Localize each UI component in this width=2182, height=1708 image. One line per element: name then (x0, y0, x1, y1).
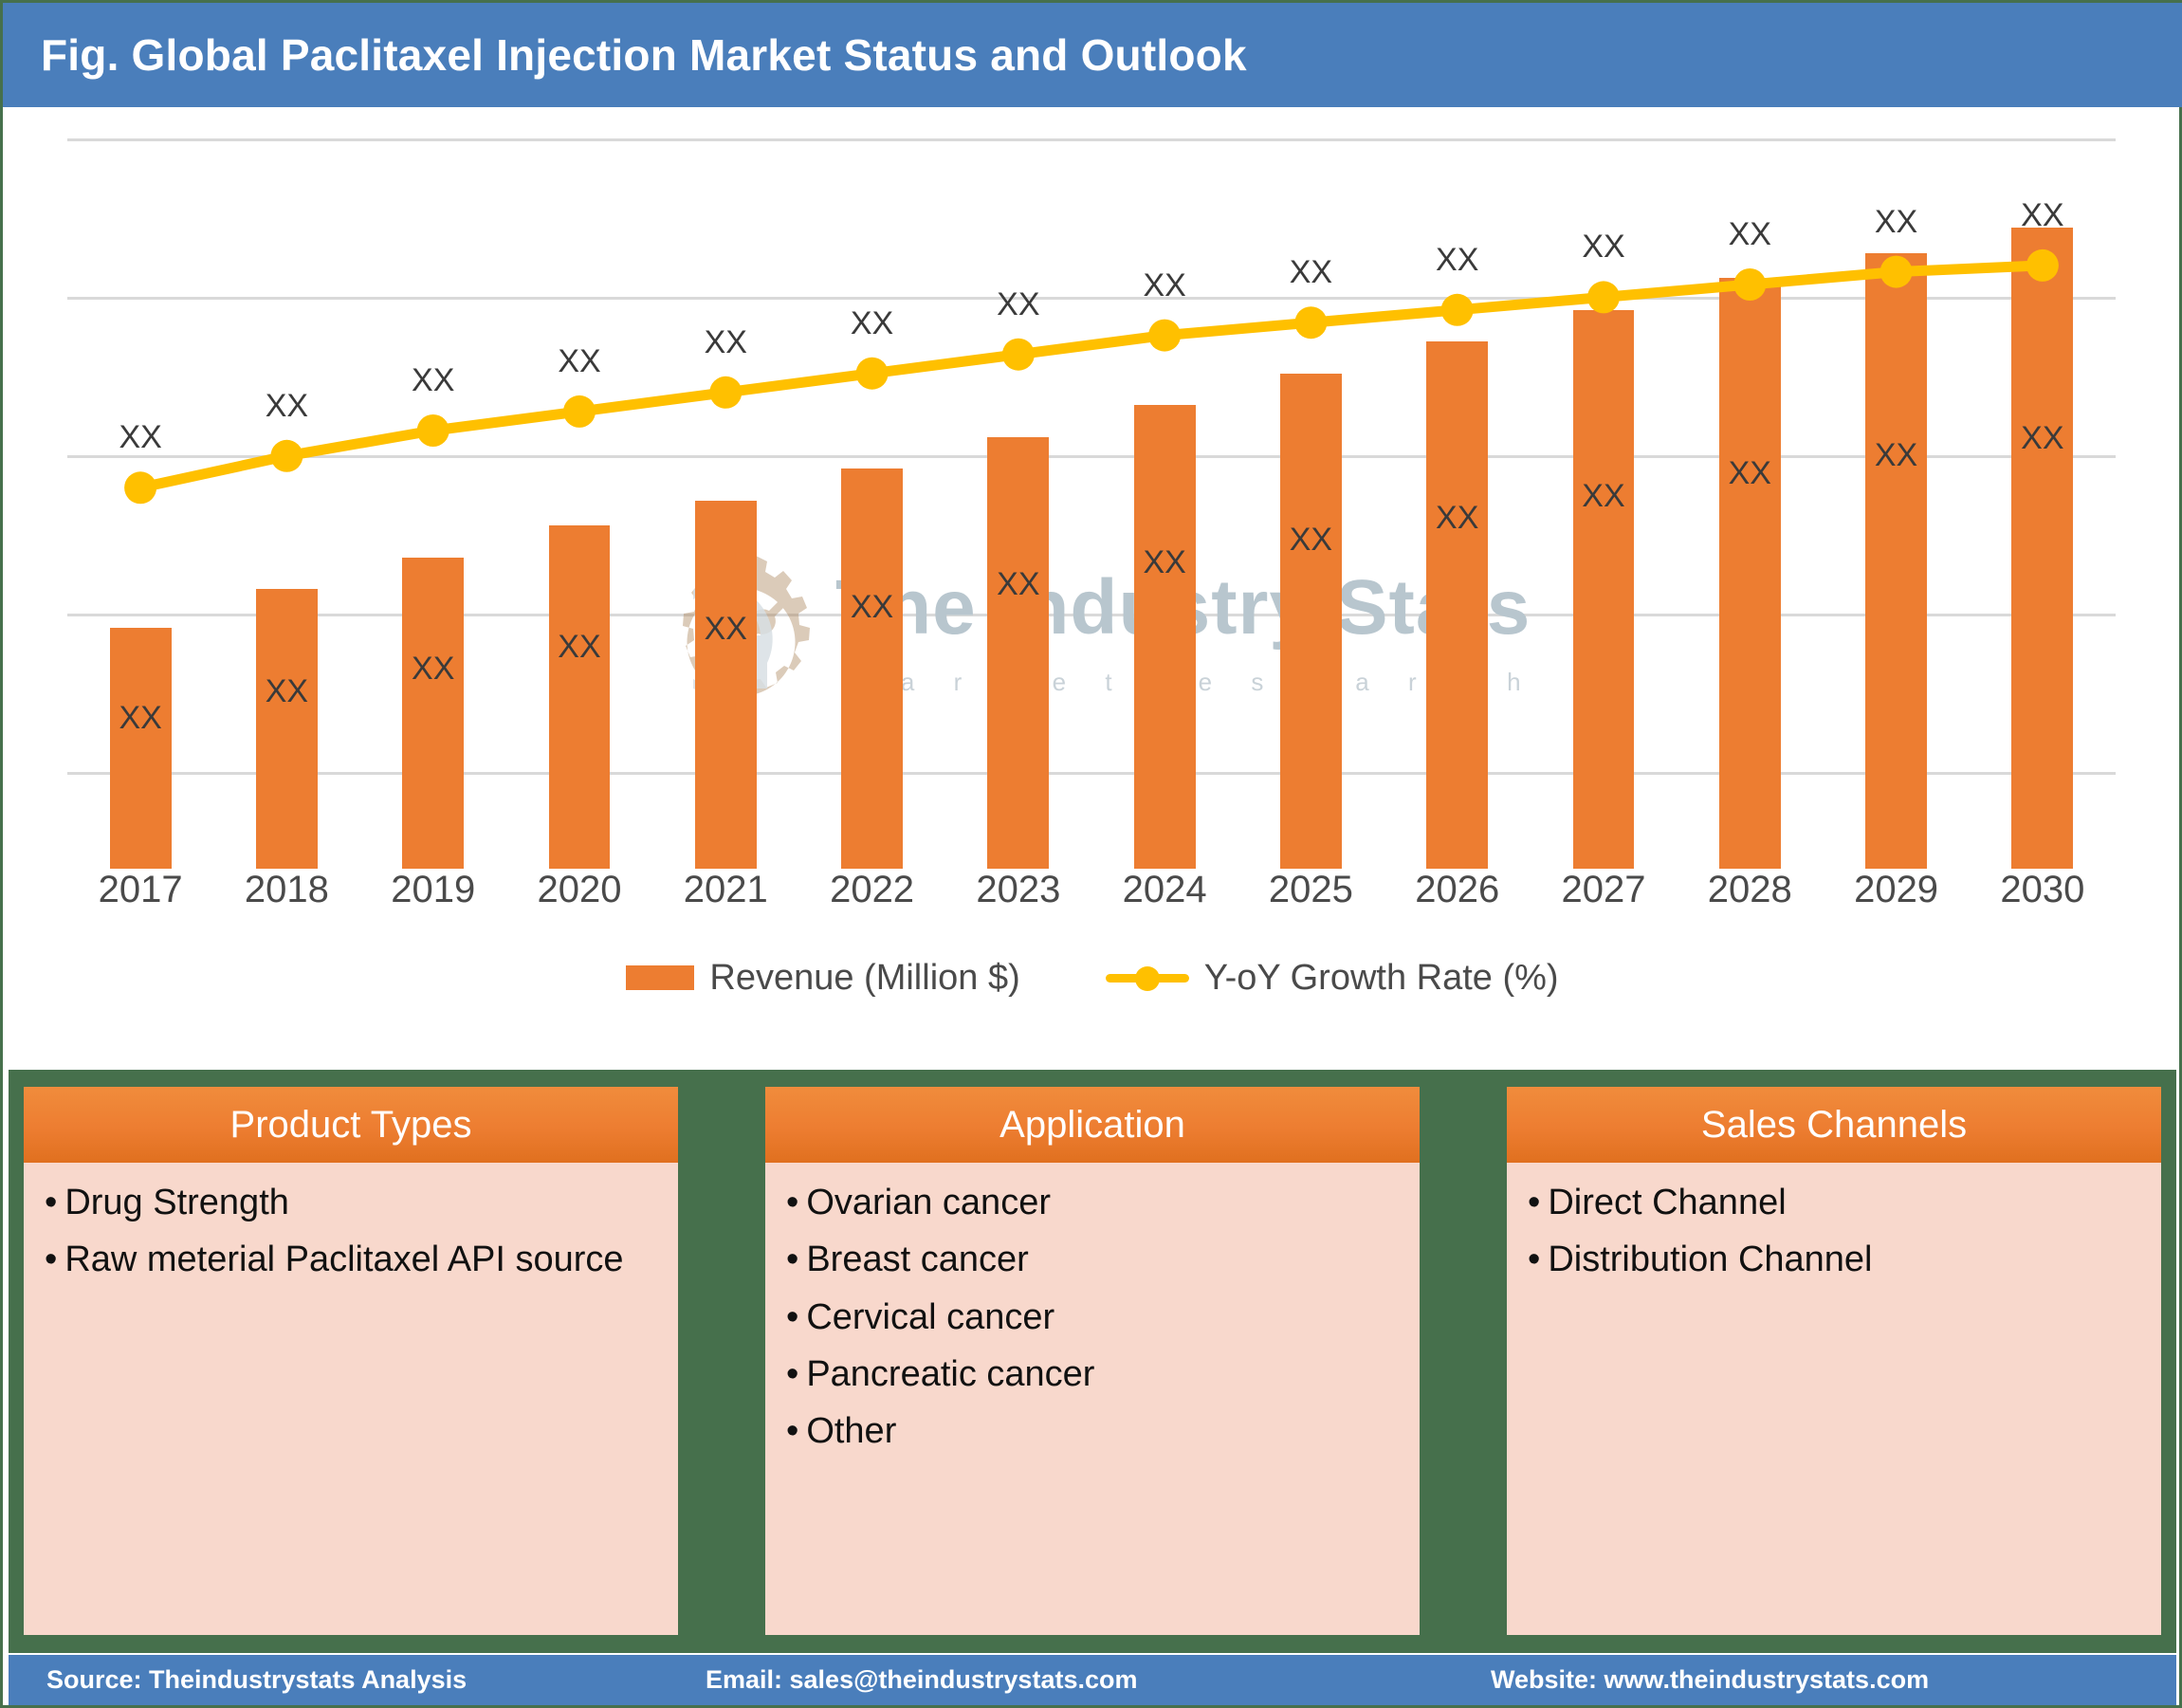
list-item-label: Ovarian cancer (806, 1183, 1051, 1222)
bullet-icon: • (786, 1183, 799, 1222)
list-item-label: Breast cancer (806, 1240, 1029, 1280)
list-item-label: Other (806, 1411, 897, 1452)
list-item: • Breast cancer (786, 1240, 1395, 1280)
x-axis-tick-label: 2026 (1415, 869, 1500, 910)
panel-body: • Direct Channel • Distribution Channel (1507, 1163, 2161, 1298)
legend-label-revenue: Revenue (Million $) (709, 957, 1020, 998)
x-axis-tick-label: 2027 (1561, 869, 1646, 910)
bullet-icon: • (1528, 1240, 1541, 1280)
x-axis: 2017 2018 2019 2020 2021 2022 2023 2024 2025 2026… (67, 869, 2116, 926)
line-point-labels: XX XX XX XX XX XX XX XX XX XX XX XX XX XX (67, 138, 2116, 869)
x-axis-tick-label: 2028 (1707, 869, 1792, 910)
line-value-label: XX (558, 342, 601, 379)
footer-website[interactable]: Website: www.theindustrystats.com (1491, 1665, 1929, 1695)
line-value-label: XX (997, 285, 1040, 322)
footer-banner: Source: Theindustrystats Analysis Email:… (9, 1655, 2176, 1705)
line-value-label: XX (412, 362, 455, 398)
panel-header: Sales Channels (1507, 1087, 2161, 1163)
x-axis-tick-label: 2023 (976, 869, 1061, 910)
list-item: • Other (786, 1411, 1395, 1452)
line-value-label: XX (1436, 241, 1479, 278)
list-item-label: Distribution Channel (1548, 1240, 1873, 1280)
bullet-icon: • (786, 1240, 799, 1280)
list-item-label: Cervical cancer (806, 1296, 1055, 1337)
panel-body: • Drug Strength • Raw meterial Paclitaxe… (24, 1163, 678, 1298)
list-item-label: Drug Strength (64, 1183, 289, 1222)
chart-legend: Revenue (Million $) Y-oY Growth Rate (%) (9, 945, 2176, 1011)
panel-title: Sales Channels (1700, 1103, 1968, 1146)
list-item: • Pancreatic cancer (786, 1353, 1395, 1394)
line-value-label: XX (1582, 229, 1625, 266)
panel-header: Application (765, 1087, 1420, 1163)
header-banner: Fig. Global Paclitaxel Injection Market … (3, 3, 2182, 107)
bullet-icon: • (45, 1183, 58, 1222)
segments-band: Product Types • Drug Strength • Raw mete… (9, 1070, 2176, 1653)
bullet-icon: • (1528, 1183, 1541, 1222)
panel-title: Product Types (229, 1103, 472, 1146)
panel-title: Application (999, 1103, 1185, 1146)
panel-body: • Ovarian cancer • Breast cancer • Cervi… (765, 1163, 1420, 1469)
legend-swatch-icon (626, 965, 695, 990)
x-axis-tick-label: 2021 (683, 869, 768, 910)
list-item-label: Raw meterial Paclitaxel API source (64, 1240, 624, 1280)
bullet-icon: • (786, 1296, 799, 1337)
line-value-label: XX (265, 387, 309, 424)
list-item: • Cervical cancer (786, 1296, 1395, 1337)
line-value-label: XX (2021, 196, 2064, 233)
list-item: • Direct Channel (1528, 1183, 2136, 1222)
bullet-icon: • (786, 1411, 799, 1452)
panel-application: Application • Ovarian cancer • Breast ca… (765, 1087, 1420, 1635)
line-value-label: XX (850, 304, 894, 341)
x-axis-tick-label: 2025 (1268, 869, 1353, 910)
legend-line-dot-icon (1105, 965, 1189, 991)
panel-header: Product Types (24, 1087, 678, 1163)
page-title: Fig. Global Paclitaxel Injection Market … (41, 30, 1247, 80)
x-axis-tick-label: 2020 (537, 869, 622, 910)
bullet-icon: • (786, 1353, 799, 1394)
bullet-icon: • (45, 1240, 58, 1280)
line-value-label: XX (1143, 266, 1186, 303)
infographic-page: Fig. Global Paclitaxel Injection Market … (0, 0, 2182, 1708)
x-axis-tick-label: 2030 (2000, 869, 2085, 910)
chart-card: The Industry Stats m a r k e t r e s e a… (9, 110, 2176, 1070)
list-item: • Raw meterial Paclitaxel API source (45, 1240, 653, 1280)
list-item-label: Direct Channel (1548, 1183, 1787, 1222)
footer-source: Source: Theindustrystats Analysis (46, 1665, 468, 1694)
footer-email[interactable]: Email: sales@theindustrystats.com (706, 1665, 1137, 1695)
list-item-label: Pancreatic cancer (806, 1353, 1095, 1394)
x-axis-tick-label: 2029 (1854, 869, 1939, 910)
panel-product-types: Product Types • Drug Strength • Raw mete… (24, 1087, 678, 1635)
panel-sales-channels: Sales Channels • Direct Channel • Distri… (1507, 1087, 2161, 1635)
legend-item-revenue: Revenue (Million $) (626, 957, 1020, 999)
line-value-label: XX (1874, 203, 1918, 240)
legend-item-growth-rate: Y-oY Growth Rate (%) (1105, 957, 1559, 999)
x-axis-tick-label: 2019 (391, 869, 476, 910)
list-item: • Distribution Channel (1528, 1240, 2136, 1280)
line-value-label: XX (1289, 254, 1333, 291)
x-axis-tick-label: 2022 (830, 869, 915, 910)
line-value-label: XX (119, 419, 162, 456)
line-value-label: XX (704, 323, 747, 360)
x-axis-tick-label: 2024 (1122, 869, 1207, 910)
line-value-label: XX (1728, 216, 1771, 252)
list-item: • Drug Strength (45, 1183, 653, 1222)
legend-label-growth-rate: Y-oY Growth Rate (%) (1203, 957, 1559, 998)
x-axis-tick-label: 2018 (244, 869, 329, 910)
x-axis-tick-label: 2017 (98, 869, 183, 910)
list-item: • Ovarian cancer (786, 1183, 1395, 1222)
chart-plot-area: The Industry Stats m a r k e t r e s e a… (67, 138, 2116, 869)
